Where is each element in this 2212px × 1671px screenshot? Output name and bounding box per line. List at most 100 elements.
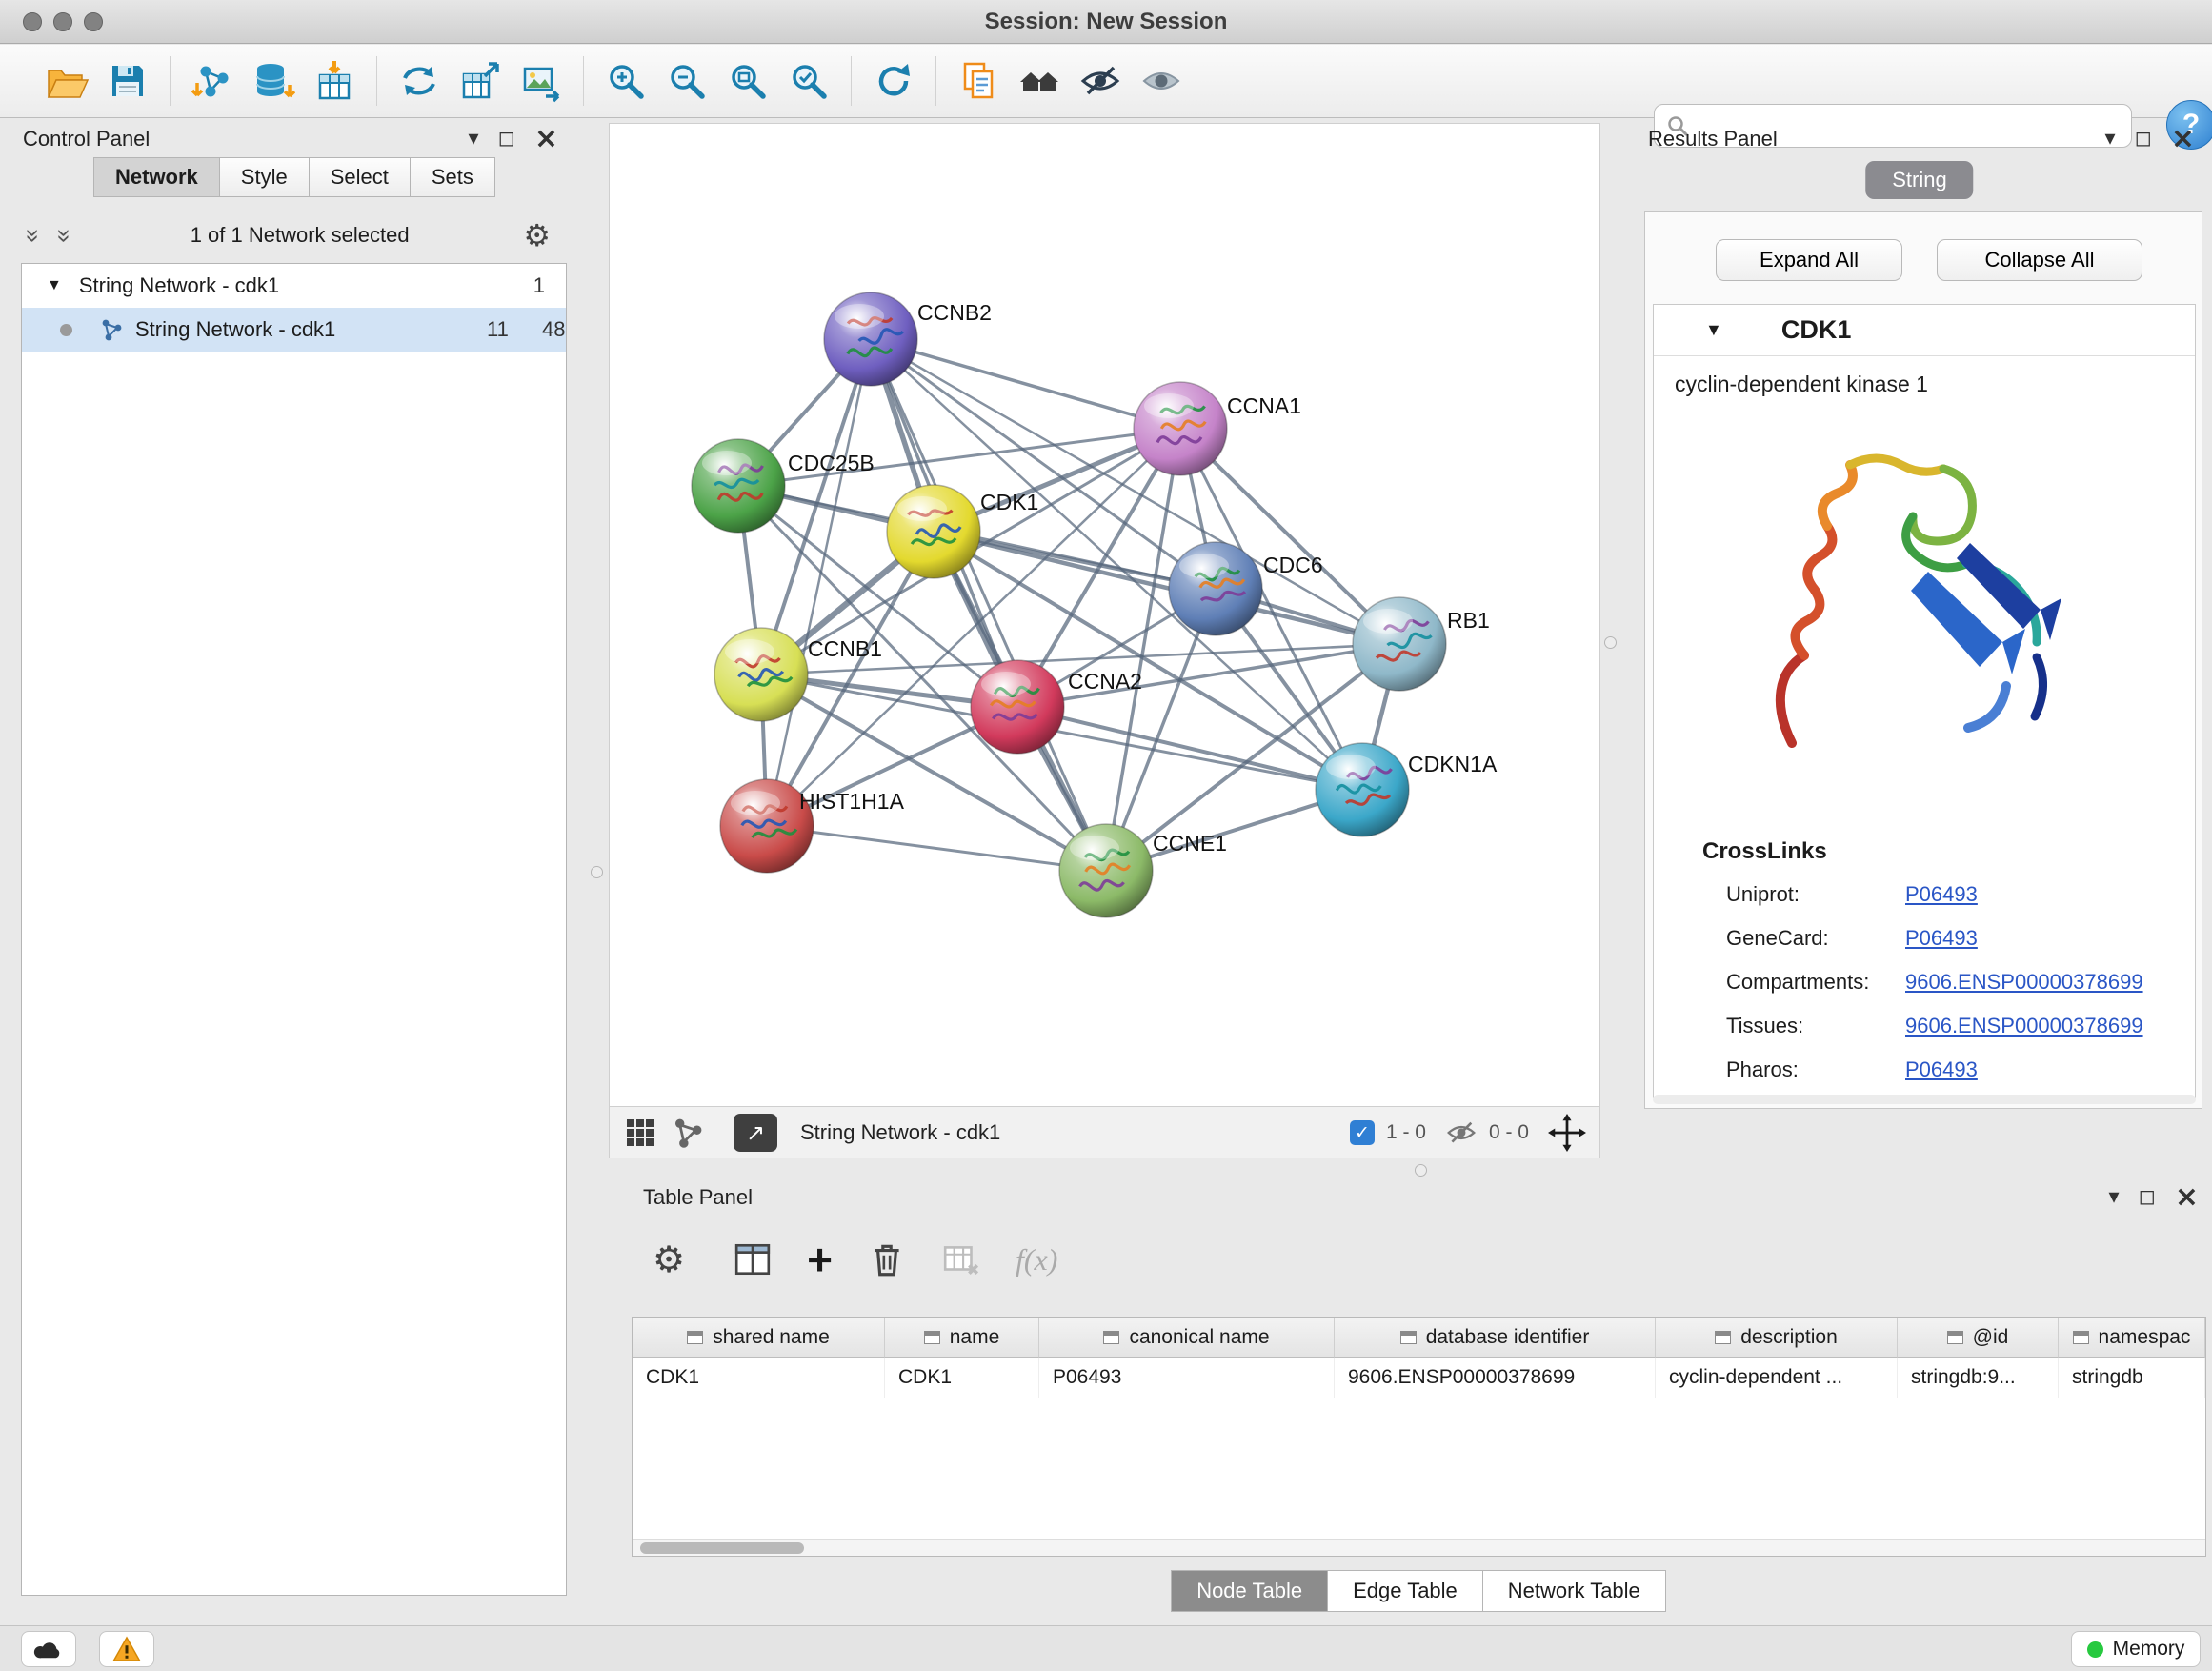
expand-all-button[interactable]: Expand All xyxy=(1716,239,1902,281)
crosslink-row: Uniprot:P06493 xyxy=(1726,882,1978,907)
zoom-fit-button[interactable] xyxy=(717,50,778,112)
import-table-button[interactable] xyxy=(304,50,365,112)
tab-style[interactable]: Style xyxy=(219,157,310,197)
export-image-button[interactable] xyxy=(511,50,572,112)
memory-button[interactable]: Memory xyxy=(2071,1631,2201,1667)
import-network-database-button[interactable] xyxy=(243,50,304,112)
network-edge[interactable] xyxy=(767,826,1106,871)
panel-menu-icon[interactable]: ▾ xyxy=(2109,1187,2120,1208)
crosslink-link[interactable]: P06493 xyxy=(1905,882,1978,906)
open-session-button[interactable] xyxy=(36,50,97,112)
hide-selected-button[interactable] xyxy=(1070,50,1131,112)
tab-node-table[interactable]: Node Table xyxy=(1171,1570,1328,1612)
add-row-plus-icon[interactable]: + xyxy=(807,1238,833,1281)
panel-menu-icon[interactable]: ▾ xyxy=(469,129,479,150)
column-header[interactable]: canonical name xyxy=(1039,1318,1335,1358)
cell-shared-name[interactable]: CDK1 xyxy=(633,1358,885,1398)
network-canvas[interactable]: CCNB2CCNA1CDC25BCDK1CDC6RB1CCNB1CCNA2CDK… xyxy=(609,123,1600,1107)
cloud-icon xyxy=(32,1637,65,1661)
export-network-view-button[interactable]: ↗ xyxy=(734,1114,777,1152)
network-node-label: CDC6 xyxy=(1263,553,1323,577)
table-header-row: shared name name canonical name database… xyxy=(633,1318,2205,1358)
network-overview-button[interactable] xyxy=(1009,50,1070,112)
tab-network-table[interactable]: Network Table xyxy=(1482,1570,1666,1612)
network-edge[interactable] xyxy=(871,339,1180,429)
section-disclosure-icon[interactable]: ▼ xyxy=(1705,320,1722,340)
window-zoom-button[interactable] xyxy=(84,12,103,31)
window-minimize-button[interactable] xyxy=(53,12,72,31)
panel-close-icon[interactable]: × xyxy=(2175,1183,2199,1212)
cloud-button[interactable] xyxy=(21,1631,76,1667)
network-node-label: CCNB1 xyxy=(808,636,882,661)
tab-edge-table[interactable]: Edge Table xyxy=(1327,1570,1483,1612)
hidden-eye-slash-icon[interactable] xyxy=(1445,1117,1478,1149)
collapse-all-button[interactable]: Collapse All xyxy=(1937,239,2142,281)
panel-close-icon[interactable]: × xyxy=(2171,125,2195,153)
save-icon xyxy=(106,59,150,103)
crosslink-link[interactable]: P06493 xyxy=(1905,926,1978,950)
panel-close-icon[interactable]: × xyxy=(534,125,558,153)
trash-icon[interactable] xyxy=(867,1239,907,1279)
expand-tree-icon[interactable]: « xyxy=(48,221,77,250)
table-settings-gear-icon[interactable]: ⚙ xyxy=(653,1238,685,1280)
grid-view-icon[interactable] xyxy=(623,1116,657,1150)
splitter-handle[interactable] xyxy=(1415,1164,1427,1177)
tab-sets[interactable]: Sets xyxy=(410,157,495,197)
cell-database-identifier[interactable]: 9606.ENSP00000378699 xyxy=(1335,1358,1656,1398)
crosslink-link[interactable]: 9606.ENSP00000378699 xyxy=(1905,970,2143,994)
results-scrollbar[interactable] xyxy=(1653,1095,2196,1104)
cell-description[interactable]: cyclin-dependent ... xyxy=(1656,1358,1898,1398)
disclosure-triangle-icon[interactable]: ▼ xyxy=(47,277,62,294)
warning-button[interactable] xyxy=(99,1631,154,1667)
table-row[interactable]: CDK1 CDK1 P06493 9606.ENSP00000378699 cy… xyxy=(633,1358,2205,1398)
panel-float-icon[interactable]: ◻ xyxy=(2135,129,2152,150)
network-edge[interactable] xyxy=(871,339,1106,871)
new-network-from-table-button[interactable] xyxy=(450,50,511,112)
crosslink-link[interactable]: 9606.ENSP00000378699 xyxy=(1905,1014,2143,1037)
column-header[interactable]: shared name xyxy=(633,1318,885,1358)
crosshair-icon[interactable] xyxy=(1548,1114,1586,1152)
network-edge[interactable] xyxy=(767,339,871,826)
annotations-button[interactable] xyxy=(948,50,1009,112)
splitter-handle[interactable] xyxy=(1604,636,1617,649)
column-header[interactable]: namespac xyxy=(2059,1318,2205,1358)
zoom-selected-button[interactable] xyxy=(778,50,839,112)
scrollbar-thumb[interactable] xyxy=(640,1542,804,1554)
column-header[interactable]: name xyxy=(885,1318,1039,1358)
cell-namespace[interactable]: stringdb xyxy=(2059,1358,2205,1398)
refresh-view-button[interactable] xyxy=(863,50,924,112)
cell-name[interactable]: CDK1 xyxy=(885,1358,1039,1398)
columns-icon[interactable] xyxy=(733,1239,773,1279)
collapse-tree-icon[interactable]: » xyxy=(19,221,49,250)
column-header[interactable]: description xyxy=(1656,1318,1898,1358)
save-session-button[interactable] xyxy=(97,50,158,112)
panel-float-icon[interactable]: ◻ xyxy=(498,129,515,150)
selected-checkbox-icon[interactable]: ✓ xyxy=(1350,1120,1375,1145)
gear-icon[interactable]: ⚙ xyxy=(523,217,551,253)
panel-menu-icon[interactable]: ▾ xyxy=(2105,129,2116,150)
network-row[interactable]: String Network - cdk1 11 48 xyxy=(22,308,566,352)
tab-select[interactable]: Select xyxy=(309,157,411,197)
splitter-handle[interactable] xyxy=(591,866,603,878)
status-bar: Memory xyxy=(0,1625,2212,1671)
network-share-icon[interactable] xyxy=(671,1116,705,1150)
show-all-button[interactable] xyxy=(1131,50,1192,112)
network-edge[interactable] xyxy=(767,429,1180,826)
crosslink-link[interactable]: P06493 xyxy=(1905,1057,1978,1081)
import-table-icon xyxy=(312,59,356,103)
column-header[interactable]: @id xyxy=(1898,1318,2059,1358)
cell-canonical-name[interactable]: P06493 xyxy=(1039,1358,1335,1398)
window-close-button[interactable] xyxy=(23,12,42,31)
network-arrows-button[interactable] xyxy=(389,50,450,112)
import-network-file-button[interactable] xyxy=(182,50,243,112)
string-results-tab[interactable]: String xyxy=(1865,161,1973,199)
network-collection-row[interactable]: ▼ String Network - cdk1 1 xyxy=(22,264,566,308)
tab-network[interactable]: Network xyxy=(93,157,220,197)
network-edge[interactable] xyxy=(934,532,1399,644)
column-header[interactable]: database identifier xyxy=(1335,1318,1656,1358)
zoom-in-button[interactable] xyxy=(595,50,656,112)
cell-id[interactable]: stringdb:9... xyxy=(1898,1358,2059,1398)
panel-float-icon[interactable]: ◻ xyxy=(2139,1187,2156,1208)
zoom-out-button[interactable] xyxy=(656,50,717,112)
horizontal-scrollbar[interactable] xyxy=(633,1539,2205,1556)
